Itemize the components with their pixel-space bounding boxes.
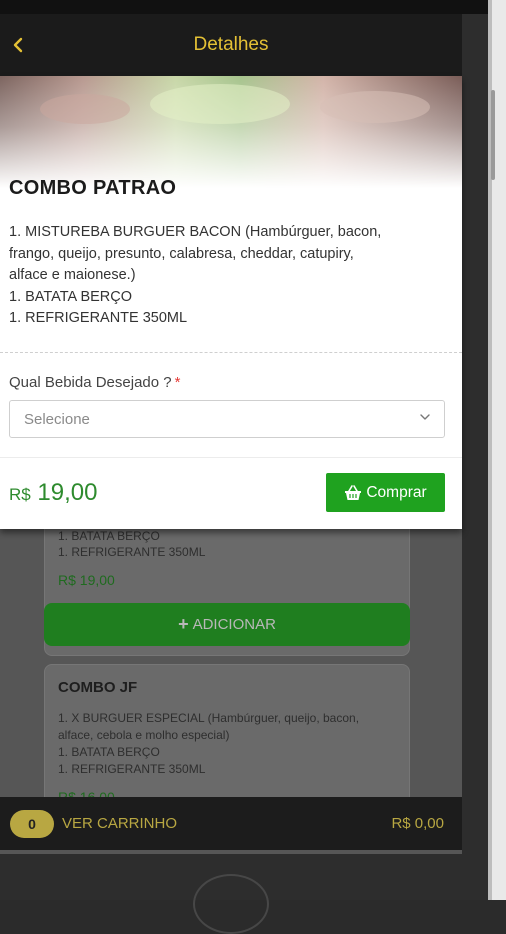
- description-line: 1. BATATA BERÇO: [9, 288, 133, 305]
- device-side-button: [491, 90, 495, 180]
- bg-add-button[interactable]: + ADICIONAR: [44, 603, 410, 646]
- view-cart-label[interactable]: VER CARRINHO: [62, 815, 177, 832]
- bg-add-label: ADICIONAR: [192, 616, 276, 633]
- status-bar: [0, 0, 490, 14]
- basket-icon: [345, 484, 362, 500]
- app-header: Detalhes: [0, 14, 462, 76]
- footer-divider: [0, 457, 462, 458]
- home-button[interactable]: [193, 874, 269, 934]
- bg-card-line: 1. X BURGUER ESPECIAL (Hambúrguer, queij…: [58, 711, 360, 725]
- device-frame: 1. BATATA BERÇO 1. REFRIGERANTE 350ML R$…: [0, 0, 506, 934]
- product-title: COMBO PATRAO: [9, 177, 177, 199]
- drink-option-label: Qual Bebida Desejado ? *: [9, 374, 180, 391]
- select-value: Selecione: [24, 410, 90, 428]
- dashed-divider: [0, 352, 462, 353]
- product-description: 1. MISTUREBA BURGUER BACON (Hambúrguer, …: [9, 222, 429, 330]
- description-line: alface e maionese.): [9, 267, 136, 283]
- price-value: 19,00: [37, 479, 98, 506]
- price-currency: R$: [9, 485, 31, 504]
- bg-card-line: 1. BATATA BERÇO: [58, 529, 160, 543]
- bg-card-line: 1. BATATA BERÇO: [58, 745, 160, 759]
- description-line: 1. REFRIGERANTE 350ML: [9, 310, 188, 326]
- required-mark: *: [174, 374, 181, 391]
- chevron-down-icon: [420, 414, 430, 420]
- bg-card-line: alface, cebola e molho especial): [58, 728, 230, 742]
- chevron-left-icon: [13, 37, 23, 53]
- product-price: R$ 19,00: [9, 479, 97, 507]
- back-button[interactable]: [6, 32, 30, 58]
- bg-card-line: 1. REFRIGERANTE 350ML: [58, 762, 206, 776]
- option-label-text: Qual Bebida Desejado ?: [9, 374, 172, 391]
- bg-card-title: COMBO JF: [58, 679, 138, 696]
- description-line: frango, queijo, presunto, calabresa, che…: [9, 245, 354, 262]
- description-line: 1. MISTUREBA BURGUER BACON (Hambúrguer, …: [9, 224, 382, 240]
- drink-select[interactable]: Selecione: [9, 400, 445, 438]
- product-image: [0, 76, 462, 188]
- page-title: Detalhes: [193, 34, 269, 55]
- buy-button[interactable]: Comprar: [326, 473, 445, 512]
- plus-icon: +: [178, 614, 189, 634]
- buy-button-label: Comprar: [366, 483, 427, 501]
- cart-bar[interactable]: 0 VER CARRINHO R$ 0,00: [0, 797, 462, 850]
- cart-count-badge: 0: [10, 809, 54, 838]
- product-detail-modal: COMBO PATRAO 1. MISTUREBA BURGUER BACON …: [0, 76, 462, 529]
- bg-card-line: 1. REFRIGERANTE 350ML: [58, 545, 206, 559]
- bg-card-price: R$ 19,00: [58, 572, 115, 588]
- cart-total: R$ 0,00: [391, 815, 444, 832]
